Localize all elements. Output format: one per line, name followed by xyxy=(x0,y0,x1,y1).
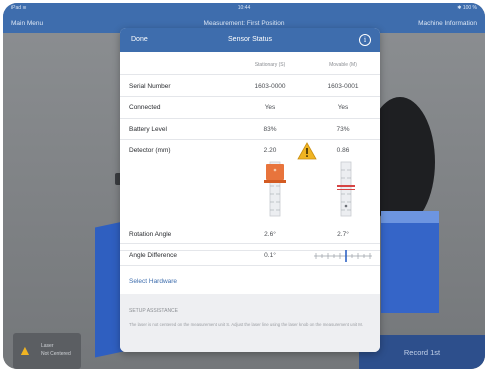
row-label-angle-diff: Angle Difference xyxy=(129,252,177,259)
detector-s: 2.20 xyxy=(263,147,277,154)
serial-s: 1603-0000 xyxy=(254,83,286,90)
angle-diff-scale xyxy=(314,250,372,262)
divider xyxy=(120,265,380,266)
detector-gauge-m xyxy=(337,161,355,217)
detector-gauge-s xyxy=(264,161,286,217)
divider xyxy=(120,118,380,119)
row-label-battery: Battery Level xyxy=(129,126,167,133)
status-bar: iPad ≋ 10:44 ✱ 100 % xyxy=(3,3,485,13)
row-label-serial: Serial Number xyxy=(129,83,171,90)
select-hardware-link[interactable]: Select Hardware xyxy=(129,278,177,285)
connected-m: Yes xyxy=(337,104,349,111)
serial-m: 1603-0001 xyxy=(327,83,359,90)
column-header-movable: Movable (M) xyxy=(329,62,357,68)
battery-s: 83% xyxy=(263,126,277,133)
divider xyxy=(120,74,380,75)
detector-m: 0.86 xyxy=(336,147,350,154)
warning-icon: ▲ xyxy=(18,342,32,358)
detector-m-level xyxy=(337,185,355,187)
row-label-detector: Detector (mm) xyxy=(129,147,171,154)
warning-line1: Laser xyxy=(41,343,54,349)
divider xyxy=(120,243,380,244)
laser-warning-button[interactable]: ▲ Laser Not Centered xyxy=(13,333,81,369)
detector-s-level xyxy=(266,164,284,180)
angle-diff-value: 0.1° xyxy=(264,252,276,259)
info-icon[interactable]: i xyxy=(359,34,371,46)
modal-title: Sensor Status xyxy=(228,36,272,43)
clock: 10:44 xyxy=(237,5,251,11)
sensor-status-modal: Done Sensor Status i Stationary (S) Mova… xyxy=(120,28,380,352)
row-label-connected: Connected xyxy=(129,104,161,111)
row-label-rotation: Rotation Angle xyxy=(129,231,172,238)
rotation-m: 2.7° xyxy=(337,231,349,238)
setup-assistance-panel: SETUP ASSISTANCE The laser is not center… xyxy=(120,294,380,352)
rotation-s: 2.6° xyxy=(264,231,276,238)
battery-label: ✱ 100 % xyxy=(457,5,477,11)
divider xyxy=(120,139,380,140)
modal-header: Done Sensor Status i xyxy=(120,28,380,52)
battery-m: 73% xyxy=(336,126,350,133)
sensor-housing-right xyxy=(381,223,439,313)
detector-warning-icon xyxy=(297,142,317,160)
column-header-stationary: Stationary (S) xyxy=(254,62,286,68)
warning-line2: Not Centered xyxy=(41,351,71,357)
nav-title: Measurement: First Position xyxy=(203,20,285,27)
setup-body: The laser is not centered on the measure… xyxy=(129,322,364,327)
machine-information-button[interactable]: Machine Information xyxy=(418,20,477,27)
connected-s: Yes xyxy=(264,104,276,111)
setup-title: SETUP ASSISTANCE xyxy=(129,308,178,314)
divider xyxy=(120,96,380,97)
